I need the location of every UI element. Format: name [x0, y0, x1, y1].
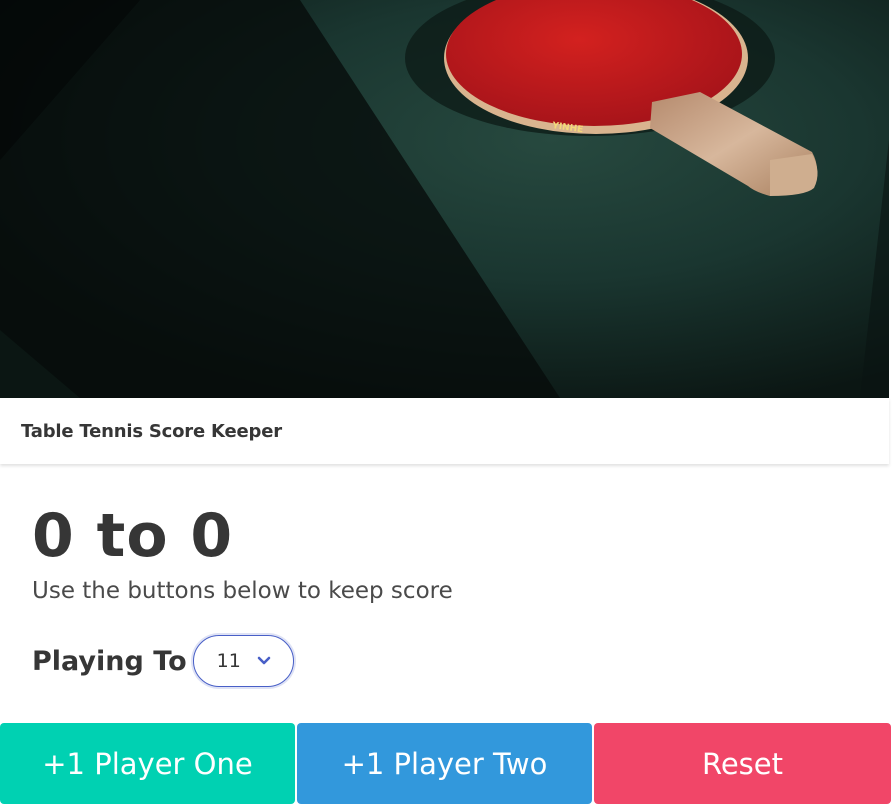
player-one-plus-button[interactable]: +1 Player One: [0, 723, 295, 804]
button-footer: +1 Player One +1 Player Two Reset: [0, 723, 892, 804]
playing-to-label: Playing To: [32, 645, 187, 677]
playing-to-row: Playing To 11: [32, 635, 294, 687]
score-instructions: Use the buttons below to keep score: [32, 578, 453, 604]
hero-image: YINHE: [0, 0, 889, 398]
chevron-down-icon: [257, 656, 270, 665]
score-display: 0 to 0: [32, 501, 234, 571]
player-two-plus-button[interactable]: +1 Player Two: [297, 723, 592, 804]
score-content: 0 to 0 Use the buttons below to keep sco…: [32, 500, 872, 606]
score-keeper-card: YINHE Table Tennis Score Keeper 0 to 0 U…: [0, 0, 892, 810]
playing-to-selected-value: 11: [216, 650, 241, 672]
playing-to-select[interactable]: 11: [192, 635, 294, 687]
reset-button[interactable]: Reset: [594, 723, 891, 804]
page-title: Table Tennis Score Keeper: [21, 420, 282, 442]
table-tennis-paddle-image: YINHE: [0, 0, 889, 398]
card-header: Table Tennis Score Keeper: [0, 398, 889, 464]
